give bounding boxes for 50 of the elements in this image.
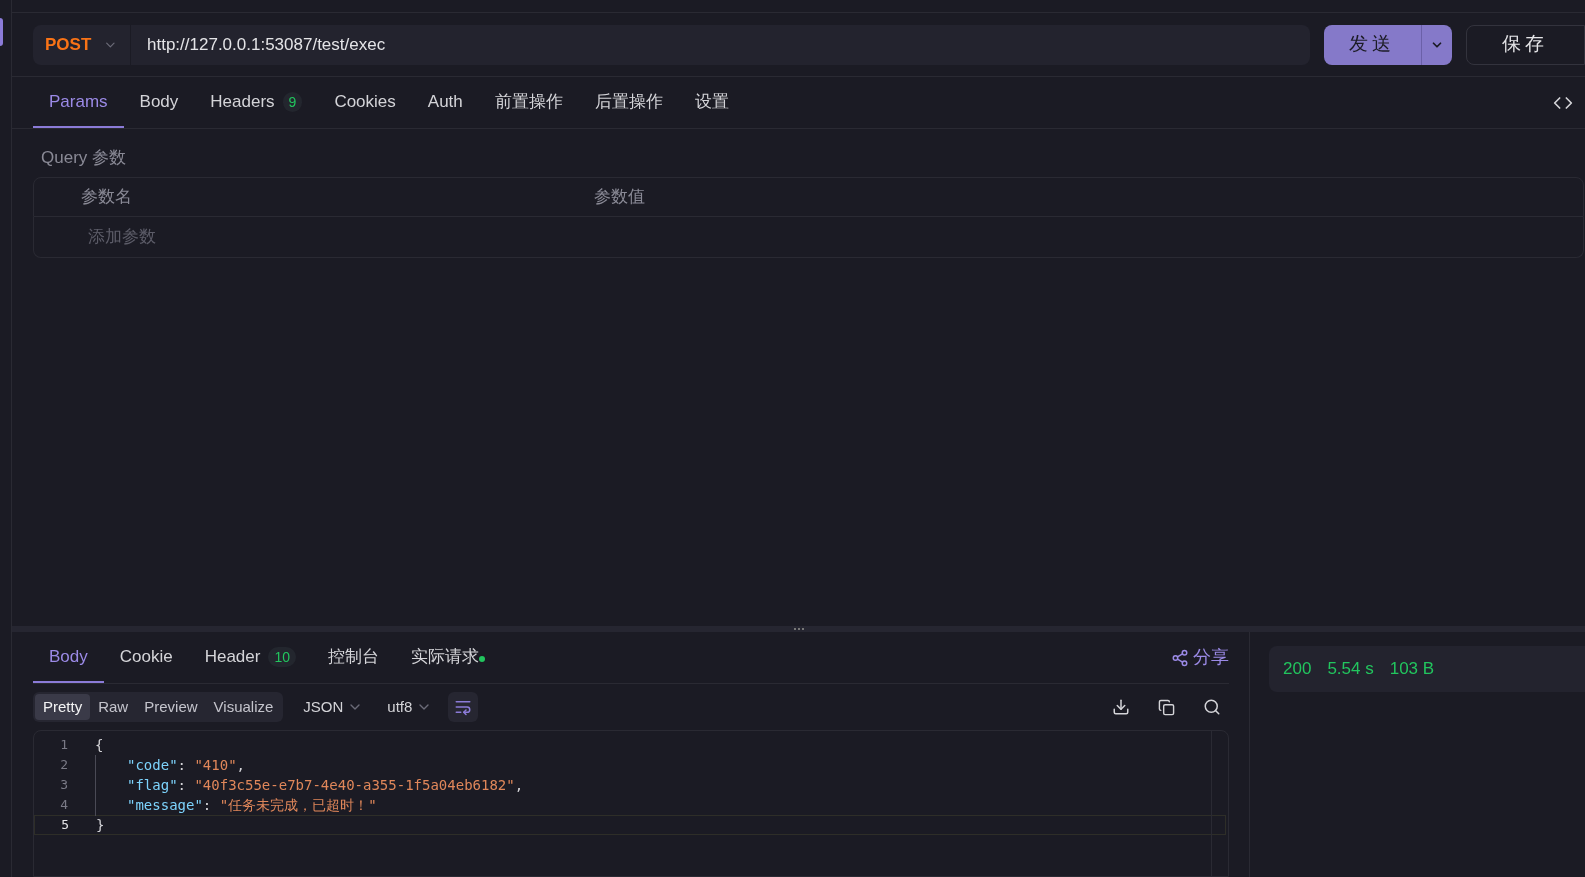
response-size: 103 B <box>1389 658 1435 681</box>
tab[interactable]: Body <box>123 77 195 128</box>
code-line: { <box>95 735 104 755</box>
column-header: 参数名 <box>80 185 133 208</box>
tab[interactable]: Params <box>33 77 124 128</box>
tab[interactable]: 前置操作 <box>478 77 579 128</box>
view-mode-tab[interactable]: Visualize <box>205 694 282 720</box>
tab[interactable]: Cookie <box>103 632 189 683</box>
method-select[interactable]: POST <box>33 24 131 65</box>
line-number: 4 <box>59 796 68 815</box>
view-mode-tab[interactable]: Preview <box>136 694 206 720</box>
tab[interactable]: 后置操作 <box>578 77 679 128</box>
code-line: "code": "410", <box>95 754 246 776</box>
response-time: 5.54 s <box>1327 658 1374 681</box>
code-line: } <box>96 815 105 835</box>
tab[interactable]: 实际请求 <box>395 632 501 683</box>
wrap-button[interactable] <box>448 692 479 722</box>
view-mode-tab[interactable]: Raw <box>90 694 137 720</box>
count-badge: 9 <box>282 91 303 112</box>
status-code: 200 <box>1283 658 1312 681</box>
copy-icon[interactable] <box>1158 698 1175 716</box>
count-badge: 10 <box>268 646 296 667</box>
wrap-icon <box>454 698 473 716</box>
line-number: 3 <box>59 776 68 795</box>
line-number: 2 <box>59 756 68 775</box>
download-icon[interactable] <box>1112 698 1130 716</box>
code-line: "message": "任务未完成，已超时！" <box>95 794 377 816</box>
tab[interactable]: Auth <box>411 77 479 128</box>
tab[interactable]: Body <box>33 632 104 683</box>
share-button[interactable]: 分享 <box>1171 644 1229 671</box>
line-number: 5 <box>60 816 69 835</box>
format-select[interactable]: JSON <box>295 695 372 719</box>
code-line: "flag": "40f3c55e-e7b7-4e40-a355-1f5a04eb6182", <box>95 774 524 796</box>
tab[interactable]: 设置 <box>678 77 745 128</box>
active-marker <box>0 18 3 46</box>
column-header: 参数值 <box>594 185 645 208</box>
search-icon[interactable] <box>1203 698 1221 716</box>
section-title: Query 参数 <box>40 147 128 169</box>
url-field[interactable]: http://127.0.0.1:53087/test/exec <box>131 24 1310 65</box>
tab[interactable]: Cookies <box>318 77 412 128</box>
tab[interactable]: Headers 9 <box>194 77 319 128</box>
tab[interactable]: Header 10 <box>188 632 312 683</box>
view-mode-tab[interactable]: Pretty <box>35 694 91 720</box>
share-icon <box>1171 648 1189 667</box>
resize-handle[interactable] <box>12 626 1585 632</box>
encoding-select[interactable]: utf8 <box>383 695 437 719</box>
save-button[interactable]: 保存 <box>1465 24 1585 65</box>
line-number: 1 <box>59 736 68 755</box>
tab[interactable]: 控制台 <box>312 632 395 683</box>
add-param-field[interactable]: 添加参数 <box>33 216 1584 258</box>
